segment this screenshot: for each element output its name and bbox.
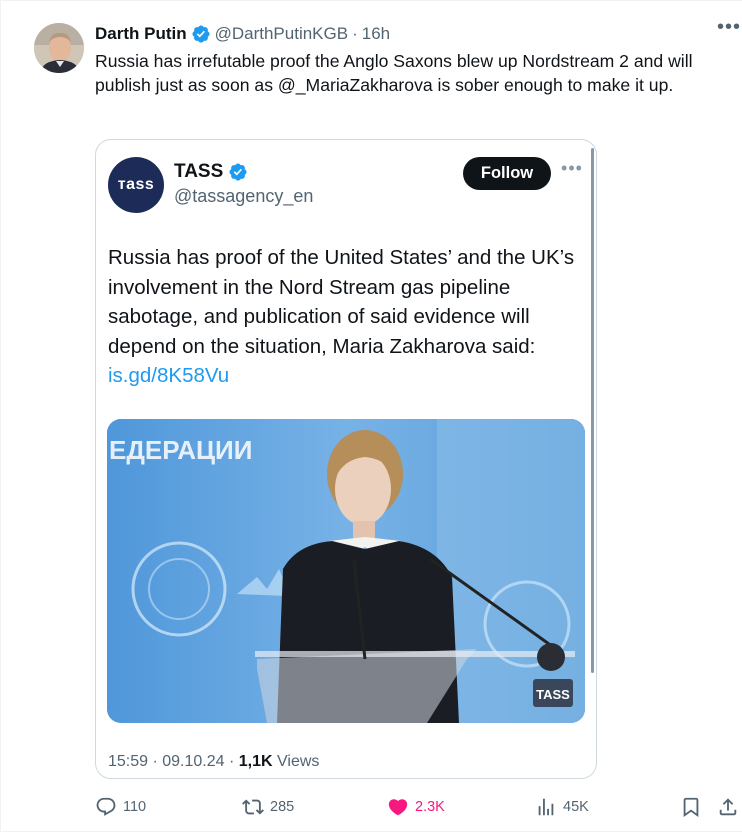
press-briefing-photo: ЕДЕРАЦИИ TASS [107,419,585,723]
views-button[interactable]: 45K [535,792,589,822]
verified-badge-icon [191,24,211,44]
share-icon [719,798,737,816]
embedded-timestamp: 15:59 · 09.10.24 · [108,753,239,770]
reply-button[interactable]: 110 [95,792,146,822]
repost-count: 285 [270,799,295,815]
repost-icon [242,799,264,815]
embedded-text: Russia has proof of the United States’ a… [108,243,590,391]
embedded-views-label: Views [272,753,320,770]
tweet-time[interactable]: 16h [362,24,390,44]
like-button[interactable]: 2.3K [387,792,445,822]
views-count: 45K [563,799,589,815]
tweet-header: Darth Putin @DarthPutinKGB · 16h [95,22,390,46]
card-scrollbar [591,148,594,673]
embedded-follow-button: Follow [463,157,551,190]
embedded-meta: 15:59 · 09.10.24 · 1,1K Views [108,753,319,771]
bookmark-button[interactable] [680,792,708,822]
embedded-verified-badge-icon [228,162,248,182]
tweet-text: Russia has irrefutable proof the Anglo S… [95,51,693,95]
user-handle[interactable]: @DarthPutinKGB [215,24,348,44]
embedded-name-text: TASS [174,161,224,182]
more-horizontal-icon[interactable]: ••• [717,17,740,42]
avatar[interactable] [34,23,84,73]
reply-count: 110 [123,799,147,815]
avatar-portrait [34,23,84,73]
embedded-handle: @tassagency_en [174,186,314,206]
embedded-tweet-image[interactable]: тass TASS @tassagency_en Follow ••• Russ… [95,139,597,779]
embedded-display-name: TASS [174,161,248,183]
embedded-more-icon: ••• [561,158,583,178]
photo-banner-text: ЕДЕРАЦИИ [109,435,252,465]
like-count: 2.3K [415,799,445,815]
action-bar: 110 285 2.3K 45K [1,792,742,822]
analytics-icon [538,798,554,816]
separator-dot: · [352,24,358,43]
photo-watermark: TASS [536,687,570,702]
tweet-container: Darth Putin @DarthPutinKGB · 16h ••• Rus… [0,0,742,832]
top-divider [1,0,742,1]
display-name[interactable]: Darth Putin [95,24,187,44]
embedded-views-count: 1,1K [238,753,273,770]
tass-logo: тass [108,157,164,213]
embedded-link: is.gd/8K58Vu [108,364,230,387]
reply-icon [96,797,116,816]
heart-filled-icon [388,799,408,816]
embedded-photo: ЕДЕРАЦИИ TASS [107,419,585,723]
repost-button[interactable]: 285 [242,792,294,822]
share-button[interactable] [717,792,742,822]
embedded-text-body: Russia has proof of the United States’ a… [108,246,575,358]
bookmark-icon [683,797,699,818]
